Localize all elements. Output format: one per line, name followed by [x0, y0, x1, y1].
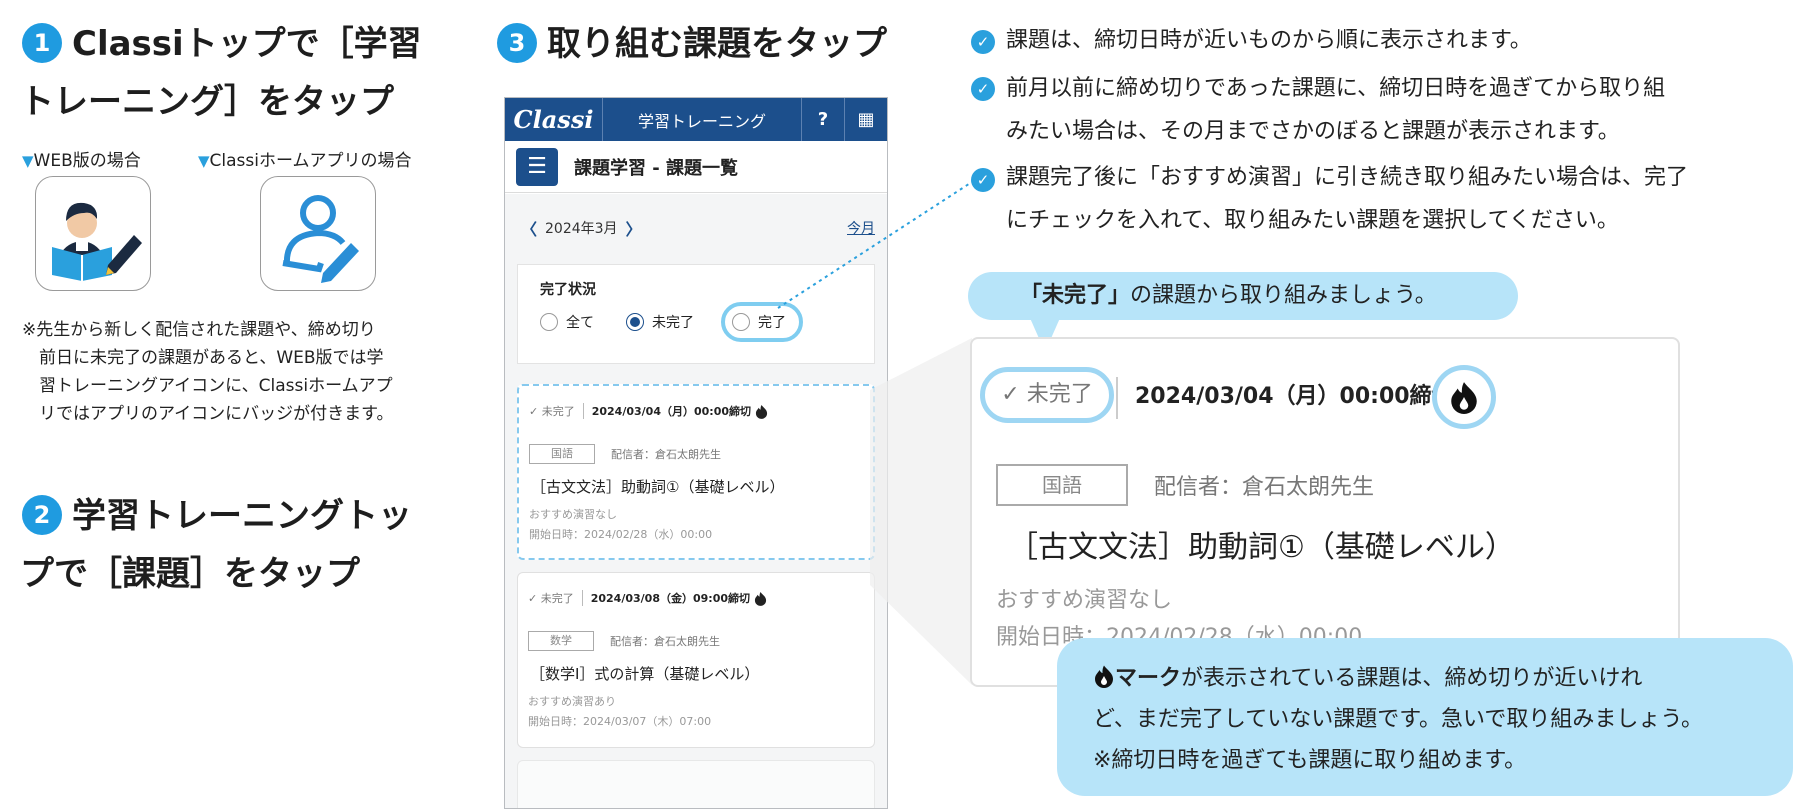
- bullet-3: 課題完了後に「おすすめ演習」に引き続き取り組みたい場合は、完了 にチェックを入れて…: [1006, 165, 1689, 233]
- zoomed-assignment-card: ✓ 未完了 2024/03/04（月）00:00締切 国語 配信者：倉石太朗先生…: [970, 337, 1680, 687]
- flame-icon: [1451, 382, 1477, 414]
- flame-icon: [1095, 665, 1113, 688]
- deadline-mark-callout: マークが表示されている課題は、締め切りが近いけれ ど、まだ完了していない課題です…: [1057, 638, 1793, 796]
- subject-tag: 国語: [996, 464, 1128, 506]
- assignment-title: ［古文文法］助動詞①（基礎レベル）: [1008, 530, 1515, 565]
- flame-highlight: [1432, 365, 1496, 429]
- bullet-2: 前月以前に締め切りであった課題に、締切日時を過ぎてから取り組 みたい場合は、その月…: [1006, 76, 1666, 144]
- status-badge: ✓ 未完了: [980, 367, 1114, 423]
- check-circle-icon: ✓: [971, 168, 995, 192]
- check-circle-icon: ✓: [971, 77, 995, 101]
- deadline: 2024/03/04（月）00:00締切: [1135, 384, 1454, 409]
- check-circle-icon: ✓: [971, 30, 995, 54]
- sender: 配信者：倉石太朗先生: [1154, 475, 1375, 500]
- bullet-1: 課題は、締切日時が近いものから順に表示されます。: [1006, 28, 1532, 53]
- recommendation: おすすめ演習なし: [996, 588, 1173, 613]
- incomplete-callout: 「未完了」の課題から取り組みましょう。: [968, 272, 1518, 320]
